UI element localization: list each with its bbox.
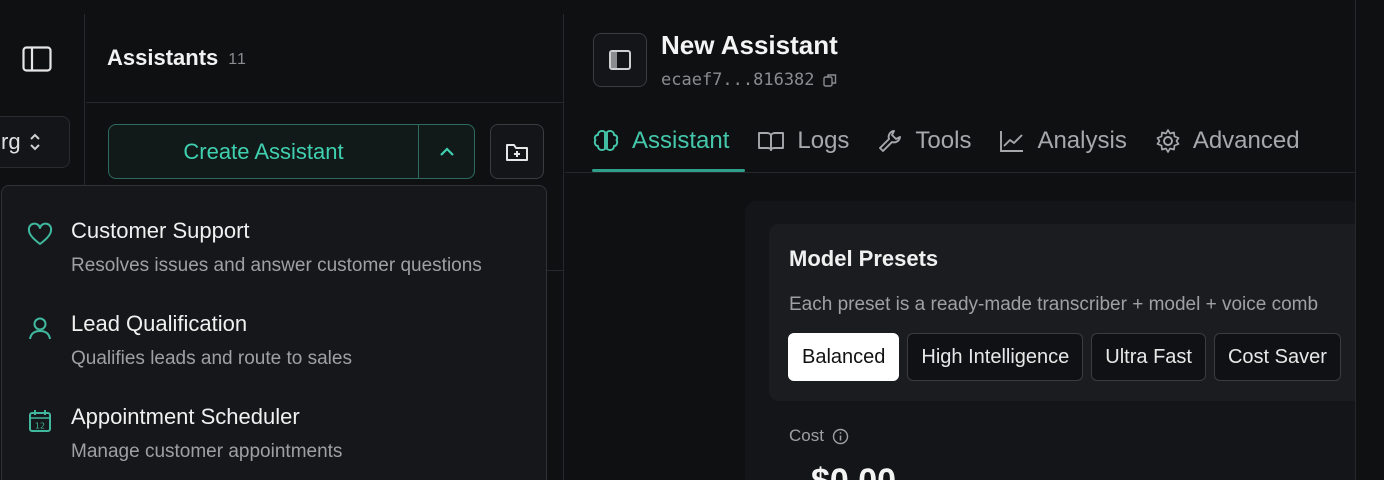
cost-label-text: Cost [789, 426, 824, 445]
create-options-toggle[interactable] [419, 125, 474, 178]
create-assistant-group: Create Assistant [108, 124, 475, 179]
cost-label: Cost [789, 426, 849, 446]
tab-label: Analysis [1037, 127, 1127, 154]
folder-plus-icon [506, 143, 528, 161]
tab-bar: Assistant Logs Tools Analysis Advanced [592, 110, 1328, 172]
panel-toggle-button[interactable] [593, 33, 647, 87]
preset-options: Balanced High Intelligence Ultra Fast Co… [788, 333, 1341, 381]
dropdown-item-lead-qualification[interactable]: Lead Qualification Qualifies leads and r… [2, 287, 546, 375]
model-presets-title: Model Presets [789, 246, 939, 271]
org-label: rg [1, 129, 21, 154]
dropdown-item-desc: Qualifies leads and route to sales [71, 348, 352, 369]
dropdown-item-title: Customer Support [71, 218, 250, 243]
dropdown-item-title: Lead Qualification [71, 311, 248, 336]
right-panel-edge [1355, 0, 1384, 480]
assistant-id-text: ecaef7...816382 [661, 70, 815, 90]
preset-ultra-fast-button[interactable]: Ultra Fast [1091, 333, 1206, 381]
user-icon [26, 314, 54, 342]
model-presets-card: Model Presets Each preset is a ready-mad… [769, 224, 1369, 401]
tab-tools[interactable]: Tools [877, 110, 987, 172]
new-folder-button[interactable] [490, 124, 544, 179]
list-header: Assistants 11 [86, 14, 563, 103]
dropdown-item-desc: Manage customer appointments [71, 441, 343, 462]
create-assistant-button[interactable]: Create Assistant [109, 125, 419, 178]
tab-label: Advanced [1192, 127, 1300, 154]
wrench-icon [879, 130, 902, 152]
assistant-id: ecaef7...816382 [661, 70, 837, 90]
chevron-updown-icon [29, 133, 40, 151]
dropdown-item-appointment-scheduler[interactable]: 12 Appointment Scheduler Manage customer… [2, 380, 546, 468]
book-icon [758, 132, 785, 151]
org-selector[interactable]: rg [0, 116, 70, 168]
chart-icon [1000, 131, 1024, 152]
assistant-name: New Assistant [661, 30, 838, 60]
tab-analysis[interactable]: Analysis [999, 110, 1142, 172]
tab-label: Logs [797, 127, 850, 154]
assistant-detail-panel: New Assistant ecaef7...816382 Assistant … [565, 0, 1384, 480]
dropdown-item-customer-support[interactable]: Customer Support Resolves issues and ans… [2, 194, 546, 282]
tabs-divider [565, 172, 1356, 173]
cost-value: $0.00 [811, 462, 896, 480]
sidebar-toggle-icon[interactable] [22, 46, 52, 72]
list-title: Assistants [107, 45, 219, 70]
list-count: 11 [228, 51, 247, 68]
dropdown-item-desc: Resolves issues and answer customer ques… [71, 255, 482, 276]
chevron-up-icon [439, 146, 454, 156]
heart-icon [26, 221, 54, 249]
template-dropdown-menu: Customer Support Resolves issues and ans… [1, 185, 547, 480]
dropdown-item-title: Appointment Scheduler [71, 404, 300, 429]
tab-logs[interactable]: Logs [757, 110, 865, 172]
brain-icon [593, 130, 619, 151]
panel-left-icon [609, 50, 631, 70]
tab-assistant[interactable]: Assistant [592, 110, 746, 172]
preset-balanced-button[interactable]: Balanced [788, 333, 900, 381]
gear-icon [1156, 129, 1180, 153]
tab-label: Tools [915, 127, 972, 154]
preset-high-intelligence-button[interactable]: High Intelligence [907, 333, 1084, 381]
preset-cost-saver-button[interactable]: Cost Saver [1213, 333, 1341, 381]
svg-text:12: 12 [35, 422, 45, 431]
model-presets-description: Each preset is a ready-made transcriber … [789, 294, 1319, 315]
copy-icon[interactable] [822, 73, 837, 87]
tab-advanced[interactable]: Advanced [1155, 110, 1316, 172]
info-icon[interactable] [832, 428, 849, 445]
calendar-icon: 12 [26, 407, 54, 435]
tab-label: Assistant [632, 127, 730, 154]
